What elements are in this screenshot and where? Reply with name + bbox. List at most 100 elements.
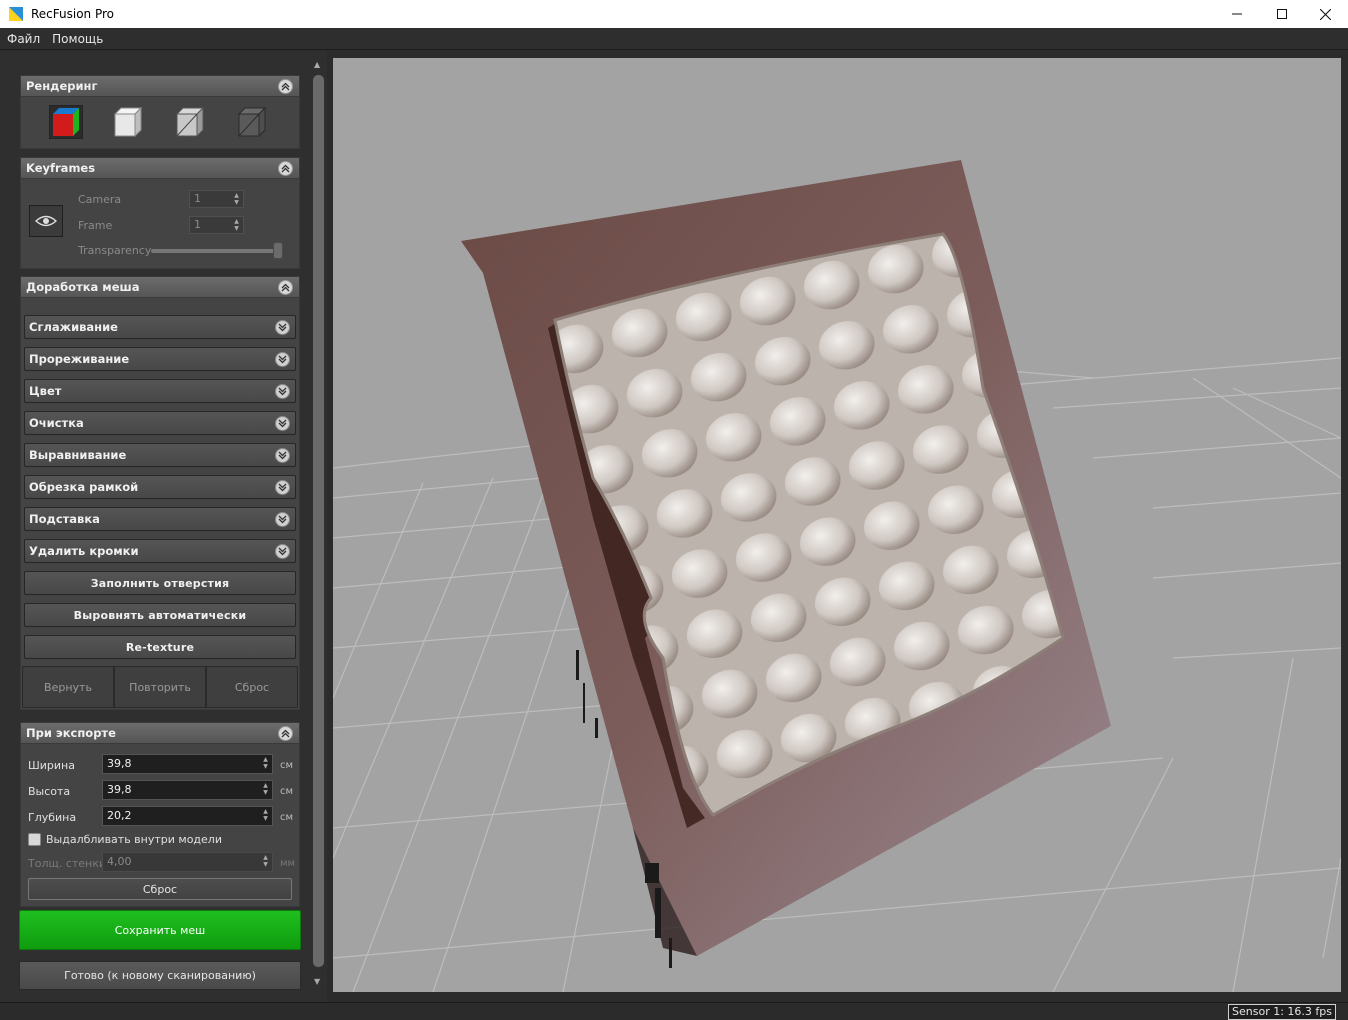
spin-arrows-icon[interactable]: ▲ ▼: [232, 192, 241, 206]
sensor-fps-status: Sensor 1: 16.3 fps: [1228, 1004, 1336, 1020]
undo-button[interactable]: Вернуть: [22, 666, 114, 708]
spin-arrows-icon[interactable]: ▲ ▼: [261, 808, 270, 822]
smoothing-section[interactable]: Сглаживание: [24, 315, 296, 339]
3d-viewport[interactable]: [333, 58, 1341, 992]
transparency-label: Transparency: [78, 244, 152, 257]
reset-mesh-button[interactable]: Сброс: [206, 666, 298, 708]
keyframes-title: Keyframes: [26, 161, 96, 175]
maximize-button[interactable]: [1259, 0, 1305, 28]
render-solid-button[interactable]: [111, 105, 145, 139]
width-value: 39,8: [107, 757, 132, 770]
depth-label: Глубина: [28, 811, 77, 824]
status-bar: Sensor 1: 16.3 fps: [0, 1002, 1348, 1020]
collapse-icon[interactable]: [278, 280, 293, 295]
depth-input[interactable]: 20,2 ▲ ▼: [102, 806, 273, 826]
height-input[interactable]: 39,8 ▲ ▼: [102, 780, 273, 800]
collapse-icon[interactable]: [278, 79, 293, 94]
hollow-checkbox[interactable]: [28, 833, 41, 846]
rendering-header[interactable]: Рендеринг: [20, 75, 300, 97]
mesh-header[interactable]: Доработка меша: [20, 276, 300, 298]
redo-button[interactable]: Повторить: [114, 666, 206, 708]
depth-unit: см: [280, 812, 294, 823]
expand-icon[interactable]: [275, 512, 290, 527]
cleanup-label: Очистка: [29, 416, 84, 430]
scroll-up-icon[interactable]: ▲: [314, 60, 320, 69]
spin-arrows-icon[interactable]: ▲ ▼: [261, 854, 270, 868]
done-button[interactable]: Готово (к новому сканированию): [19, 961, 301, 990]
wall-thickness-input[interactable]: 4,00 ▲ ▼: [102, 852, 273, 872]
camera-label: Camera: [78, 193, 122, 206]
wireframe-cube-icon: [237, 106, 267, 138]
wall-thickness-label: Толщ. стенки: [28, 857, 107, 870]
auto-align-button[interactable]: Выровнять автоматически: [24, 603, 296, 627]
width-unit: см: [280, 760, 294, 771]
close-icon: [1319, 8, 1331, 20]
spin-arrows-icon[interactable]: ▲ ▼: [232, 218, 241, 232]
color-cube-icon: [49, 105, 83, 139]
eye-icon: [35, 215, 57, 227]
close-button[interactable]: [1302, 0, 1348, 28]
fill-holes-button[interactable]: Заполнить отверстия: [24, 571, 296, 595]
expand-icon[interactable]: [275, 480, 290, 495]
frame-spinbox[interactable]: 1 ▲ ▼: [189, 216, 244, 234]
app-logo-icon: [9, 7, 23, 21]
color-label: Цвет: [29, 384, 62, 398]
expand-icon[interactable]: [275, 320, 290, 335]
keyframes-header[interactable]: Keyframes: [20, 157, 300, 179]
box-crop-label: Обрезка рамкой: [29, 480, 139, 494]
export-header[interactable]: При экспорте: [20, 722, 300, 744]
left-panel-scrollbar[interactable]: ▲ ▼: [310, 51, 327, 1002]
scroll-thumb[interactable]: [313, 75, 324, 967]
smoothing-label: Сглаживание: [29, 320, 118, 334]
undo-group: Вернуть Повторить Сброс: [22, 666, 298, 708]
spin-arrows-icon[interactable]: ▲ ▼: [261, 782, 270, 796]
left-panel: Рендеринг Keyframes Camera 1 ▲ ▼ Frame 1…: [0, 51, 310, 1002]
decimation-section[interactable]: Прореживание: [24, 347, 296, 371]
cleanup-section[interactable]: Очистка: [24, 411, 296, 435]
expand-icon[interactable]: [275, 384, 290, 399]
height-value: 39,8: [107, 783, 132, 796]
mesh-title: Доработка меша: [26, 280, 140, 294]
remove-edges-label: Удалить кромки: [29, 544, 139, 558]
camera-spinbox[interactable]: 1 ▲ ▼: [189, 190, 244, 208]
height-label: Высота: [28, 785, 71, 798]
expand-icon[interactable]: [275, 416, 290, 431]
width-input[interactable]: 39,8 ▲ ▼: [102, 754, 273, 774]
minimize-button[interactable]: [1214, 0, 1260, 28]
render-color-button[interactable]: [49, 105, 83, 139]
depth-value: 20,2: [107, 809, 132, 822]
spin-arrows-icon[interactable]: ▲ ▼: [261, 756, 270, 770]
window-title: RecFusion Pro: [31, 7, 115, 21]
collapse-icon[interactable]: [278, 726, 293, 741]
expand-icon[interactable]: [275, 448, 290, 463]
remove-edges-section[interactable]: Удалить кромки: [24, 539, 296, 563]
menu-file[interactable]: Файл: [7, 32, 40, 46]
frame-label: Frame: [78, 219, 113, 232]
menu-help[interactable]: Помощь: [52, 32, 103, 46]
save-mesh-button[interactable]: Сохранить меш: [19, 910, 301, 950]
transparency-slider-handle[interactable]: [273, 242, 283, 259]
render-wireframe-button[interactable]: [235, 105, 269, 139]
box-crop-section[interactable]: Обрезка рамкой: [24, 475, 296, 499]
stand-section[interactable]: Подставка: [24, 507, 296, 531]
expand-icon[interactable]: [275, 352, 290, 367]
render-shaded-wire-button[interactable]: [173, 105, 207, 139]
rendering-body: [20, 97, 300, 149]
decimation-label: Прореживание: [29, 352, 130, 366]
color-section[interactable]: Цвет: [24, 379, 296, 403]
keyframes-body: Camera 1 ▲ ▼ Frame 1 ▲ ▼ Transparency: [20, 179, 300, 269]
expand-icon[interactable]: [275, 544, 290, 559]
retexture-button[interactable]: Re-texture: [24, 635, 296, 659]
scene-render: [333, 160, 1341, 992]
alignment-section[interactable]: Выравнивание: [24, 443, 296, 467]
alignment-label: Выравнивание: [29, 448, 127, 462]
collapse-icon[interactable]: [278, 161, 293, 176]
scroll-down-icon[interactable]: ▼: [314, 977, 320, 986]
frame-value: 1: [194, 218, 201, 231]
reset-export-button[interactable]: Сброс: [28, 878, 292, 900]
show-keyframe-button[interactable]: [29, 205, 63, 237]
stand-label: Подставка: [29, 512, 100, 526]
transparency-slider-track[interactable]: [151, 249, 281, 253]
hollow-label: Выдалбливать внутри модели: [46, 833, 222, 846]
rendering-title: Рендеринг: [26, 79, 98, 93]
